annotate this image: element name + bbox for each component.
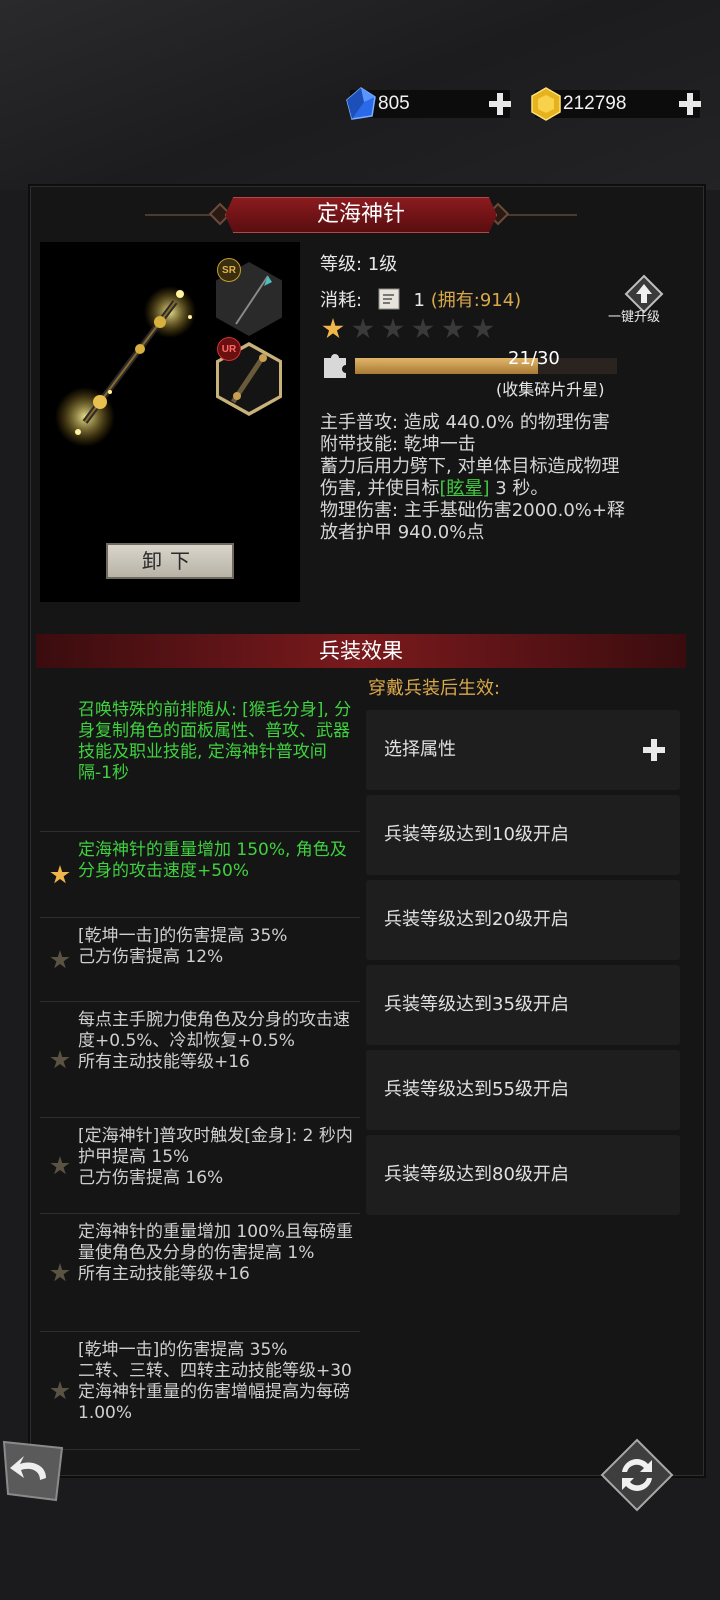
effect-text: [定海神针]普攻时触发[金身]: 2 秒内护甲提高 15% 己方伤害提高 16% xyxy=(78,1126,353,1188)
star-icon xyxy=(352,318,374,339)
locked-attribute-slot[interactable]: 兵装等级达到20级开启 xyxy=(366,880,680,960)
currency-gold-gem: 212798 xyxy=(531,87,702,121)
effect-item: [乾坤一击]的伤害提高 35% 己方伤害提高 12% xyxy=(40,926,360,1002)
level-label: 等级: 1级 xyxy=(320,254,398,275)
scroll-icon xyxy=(378,288,400,310)
add-gold-gem-button[interactable] xyxy=(678,92,702,116)
locked-attribute-slot[interactable]: 兵装等级达到10级开启 xyxy=(366,795,680,875)
slot-label: 选择属性 xyxy=(384,739,456,760)
desc-text: 伤害, 并使目标 xyxy=(320,478,440,499)
ur-badge: UR xyxy=(217,337,241,361)
plus-icon[interactable] xyxy=(642,738,666,762)
star-icon xyxy=(50,1050,70,1069)
weapon-description: 主手普攻: 造成 440.0% 的物理伤害 附带技能: 乾坤一击 蓄力后用力劈下… xyxy=(320,412,680,544)
effect-item: [乾坤一击]的伤害提高 35% 二转、三转、四转主动技能等级+30 定海神针重量… xyxy=(40,1340,360,1450)
star-rating xyxy=(322,318,502,344)
weapon-title: 定海神针 xyxy=(225,197,497,233)
effects-subtitle: 穿戴兵装后生效: xyxy=(368,678,501,699)
star-icon xyxy=(50,950,70,969)
effect-text: 每点主手腕力使角色及分身的攻击速度+0.5%、冷却恢复+0.5% 所有主动技能等… xyxy=(78,1010,350,1072)
blue-gem-icon xyxy=(346,87,376,120)
effect-item: 每点主手腕力使角色及分身的攻击速度+0.5%、冷却恢复+0.5% 所有主动技能等… xyxy=(40,1010,360,1118)
star-icon xyxy=(50,1156,70,1175)
star-icon xyxy=(50,1263,70,1282)
desc-physical-damage-2: 放者护甲 940.0%点 xyxy=(320,522,485,543)
effect-item: [定海神针]普攻时触发[金身]: 2 秒内护甲提高 15% 己方伤害提高 16% xyxy=(40,1126,360,1214)
select-attribute-slot[interactable]: 选择属性 xyxy=(366,710,680,790)
star-icon xyxy=(442,318,464,339)
star-icon xyxy=(50,865,70,884)
puzzle-piece-icon xyxy=(324,354,346,378)
star-icon xyxy=(50,1381,70,1400)
slot-label: 兵装等级达到10级开启 xyxy=(384,824,569,845)
effect-text: 定海神针的重量增加 150%, 角色及分身的攻击速度+50% xyxy=(78,840,347,881)
one-click-upgrade-label[interactable]: 一键升级 xyxy=(608,306,660,325)
stun-link[interactable]: [眩晕] xyxy=(439,478,489,499)
locked-attribute-slot[interactable]: 兵装等级达到35级开启 xyxy=(366,965,680,1045)
cost-label: 消耗: xyxy=(320,290,363,311)
effect-item: 定海神针的重量增加 100%且每磅重量使角色及分身的伤害提高 1% 所有主动技能… xyxy=(40,1222,360,1332)
unequip-button[interactable]: 卸下 xyxy=(106,543,234,579)
desc-skill: 附带技能: 乾坤一击 xyxy=(320,434,476,455)
effect-item: 定海神针的重量增加 150%, 角色及分身的攻击速度+50% xyxy=(40,840,360,918)
effect-text: [乾坤一击]的伤害提高 35% 己方伤害提高 12% xyxy=(78,926,288,967)
star-icon xyxy=(322,318,344,339)
effects-header: 兵装效果 xyxy=(36,634,686,668)
cost-count: 1 xyxy=(413,290,425,311)
title-divider-right xyxy=(502,214,577,216)
shard-hint: (收集碎片升星) xyxy=(496,380,605,399)
slot-label: 兵装等级达到80级开启 xyxy=(384,1164,569,1185)
back-button[interactable] xyxy=(0,1438,66,1504)
locked-attribute-slot[interactable]: 兵装等级达到80级开启 xyxy=(366,1135,680,1215)
star-icon xyxy=(472,318,494,339)
shard-progress-bar xyxy=(355,358,617,374)
currency-blue-gem: 805 xyxy=(346,87,512,120)
cost-row: 消耗: 1 (拥有:914) xyxy=(320,286,521,312)
slot-label: 兵装等级达到35级开启 xyxy=(384,994,569,1015)
swap-button[interactable] xyxy=(600,1438,674,1512)
desc-skill-detail-2: 伤害, 并使目标[眩晕] 3 秒。 xyxy=(320,478,680,500)
effect-text: [乾坤一击]的伤害提高 35% 二转、三转、四转主动技能等级+30 定海神针重量… xyxy=(78,1340,352,1423)
gold-gem-count: 212798 xyxy=(563,93,627,114)
locked-attribute-slot[interactable]: 兵装等级达到55级开启 xyxy=(366,1050,680,1130)
cost-owned: (拥有:914) xyxy=(430,290,522,311)
desc-attack: 主手普攻: 造成 440.0% 的物理伤害 xyxy=(320,412,610,433)
desc-skill-detail: 蓄力后用力劈下, 对单体目标造成物理 xyxy=(320,456,620,477)
desc-text: 3 秒。 xyxy=(489,478,549,499)
slot-label: 兵装等级达到55级开启 xyxy=(384,1079,569,1100)
star-icon xyxy=(382,318,404,339)
sr-badge: SR xyxy=(217,258,241,282)
blue-gem-count: 805 xyxy=(378,93,410,114)
shard-progress-text: 21/30 xyxy=(508,348,560,369)
effect-text: 召唤特殊的前排随从: [猴毛分身], 分身复制角色的面板属性、普攻、武器技能及职… xyxy=(78,700,352,783)
slot-label: 兵装等级达到20级开启 xyxy=(384,909,569,930)
star-icon xyxy=(412,318,434,339)
gold-gem-icon xyxy=(531,87,561,121)
add-blue-gem-button[interactable] xyxy=(488,92,512,116)
effect-text: 定海神针的重量增加 100%且每磅重量使角色及分身的伤害提高 1% 所有主动技能… xyxy=(78,1222,354,1284)
desc-physical-damage: 物理伤害: 主手基础伤害2000.0%+释 xyxy=(320,500,625,521)
effect-item: 召唤特殊的前排随从: [猴毛分身], 分身复制角色的面板属性、普攻、武器技能及职… xyxy=(40,700,360,832)
